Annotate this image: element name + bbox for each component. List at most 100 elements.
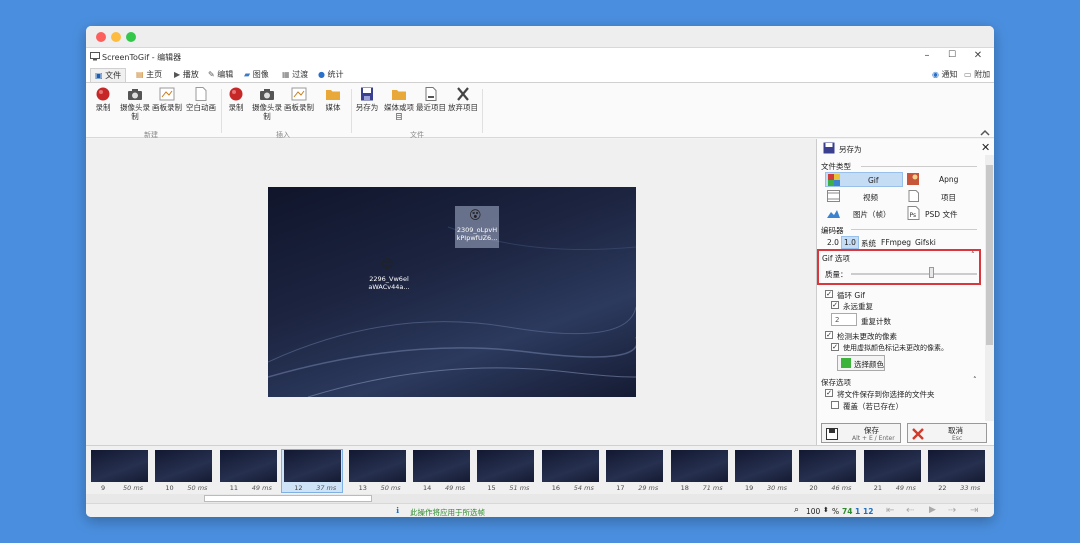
board-record-button[interactable]: 画板录制 <box>150 87 184 112</box>
app-titlebar: ScreenToGif - 编辑器 – ☐ ✕ <box>86 48 994 66</box>
save-shortcut: Alt + E / Enter <box>852 435 895 442</box>
blank-animation-button[interactable]: 空白动画 <box>184 87 218 112</box>
save-button[interactable]: 保存 Alt + E / Enter <box>821 423 901 443</box>
editor-canvas: 😵 2309_oLpvH kPIpwfUZ6... 😊 2296_Vw6el a… <box>86 139 816 445</box>
encoder-option[interactable]: Gifski <box>915 238 936 247</box>
discard-project-button[interactable]: 放弃项目 <box>448 87 478 112</box>
tab-file[interactable]: ▣ 文件 <box>90 68 127 82</box>
close-button[interactable]: ✕ <box>971 50 985 61</box>
frame-thumbnail[interactable]: 11 49 ms <box>218 450 278 492</box>
save-options-label: 保存选项 <box>821 378 851 387</box>
first-frame-icon[interactable]: ⇤ <box>886 505 894 516</box>
discard-x-icon <box>455 87 471 101</box>
webcam-label: 摄像头录制 <box>120 103 150 121</box>
close-dot[interactable] <box>96 32 106 42</box>
loop-gif-checkbox[interactable]: ✓ <box>825 290 833 298</box>
notify-button[interactable]: ◉ 通知 <box>928 68 962 82</box>
insert-media-button[interactable]: 媒体 <box>318 87 348 112</box>
transition-icon: ▦ <box>282 70 290 79</box>
frame-thumbnail[interactable]: 19 30 ms <box>733 450 793 492</box>
scrollbar-thumb[interactable] <box>986 165 993 345</box>
tab-transition[interactable]: ▦ 过渡 <box>278 68 312 82</box>
detect-unchanged-checkbox[interactable]: ✓ <box>825 331 833 339</box>
frame-delay: 46 ms <box>831 484 852 492</box>
insert-webcam-button[interactable]: 摄像头录制 <box>252 87 282 121</box>
overwrite-checkbox[interactable] <box>831 401 839 409</box>
frame-thumbnail[interactable]: 10 50 ms <box>153 450 213 492</box>
tab-image[interactable]: ▰ 图像 <box>240 68 273 82</box>
zoom-dot[interactable] <box>126 32 136 42</box>
frame-thumbnail[interactable]: 21 49 ms <box>862 450 922 492</box>
type-images-option[interactable]: 图片（帧） <box>825 206 903 221</box>
last-frame-icon[interactable]: ⇥ <box>970 505 978 516</box>
board-icon <box>159 87 175 101</box>
encoder-option[interactable]: 2.0 <box>827 238 839 247</box>
cancel-shortcut: Esc <box>952 435 963 442</box>
type-project-option[interactable]: 项目 <box>905 189 985 204</box>
type-apng-option[interactable]: Apng <box>905 172 985 187</box>
frame-thumbnail[interactable]: 18 71 ms <box>669 450 729 492</box>
frame-thumbnail[interactable]: 13 50 ms <box>347 450 407 492</box>
collapse-icon[interactable]: ˄ <box>971 251 975 259</box>
minimize-dot[interactable] <box>111 32 121 42</box>
type-video-option[interactable]: 视频 <box>825 189 903 204</box>
type-gif-option[interactable]: Gif <box>825 172 903 187</box>
tab-edit[interactable]: ✎ 编辑 <box>204 68 237 82</box>
scrollbar-thumb[interactable] <box>204 495 372 502</box>
tab-home[interactable]: ▤ 主页 <box>132 68 166 82</box>
collapse-ribbon-icon[interactable] <box>980 129 990 136</box>
frame-thumbnail[interactable]: 20 46 ms <box>797 450 857 492</box>
encoder-option[interactable]: 系统 <box>861 238 876 249</box>
forever-checkbox[interactable]: ✓ <box>831 301 839 309</box>
extras-button[interactable]: ▭ 附加 <box>960 68 994 82</box>
frame-thumbnail[interactable]: 9 50 ms <box>89 450 149 492</box>
frame-thumbnail[interactable]: 14 49 ms <box>411 450 471 492</box>
divider <box>851 229 977 230</box>
color-swatch <box>841 358 851 368</box>
frame-thumbnail[interactable]: 22 33 ms <box>926 450 986 492</box>
maximize-button[interactable]: ☐ <box>945 50 959 60</box>
loop-gif-label: 循环 Gif <box>837 291 865 300</box>
tab-playback[interactable]: ▶ 播放 <box>170 68 203 82</box>
encoder-option-selected[interactable]: 1.0 <box>841 236 859 249</box>
record-button[interactable]: 录制 <box>88 87 118 112</box>
encoder-option[interactable]: FFmpeg <box>881 238 911 247</box>
repeat-count-input[interactable]: 2 <box>831 313 857 326</box>
play-icon[interactable]: ▶ <box>929 505 936 515</box>
pick-color-button[interactable]: 选择颜色 <box>837 355 885 371</box>
frame-number: 12 <box>294 484 303 492</box>
insert-board-button[interactable]: 画板录制 <box>282 87 316 112</box>
desktop-icon[interactable]: 😊 2296_Vw6el aWACv44a... <box>364 257 414 297</box>
previous-frame-icon[interactable]: ⇠ <box>906 505 914 516</box>
filmstrip-scrollbar[interactable] <box>86 494 994 503</box>
frame-number: 22 <box>938 484 947 492</box>
zoom-value[interactable]: 100 <box>806 507 820 516</box>
minimize-button[interactable]: – <box>920 50 934 61</box>
save-as-button[interactable]: 另存为 <box>352 87 382 112</box>
tab-statistics[interactable]: ● 统计 <box>314 68 348 82</box>
load-media-project-button[interactable]: 媒体或项目 <box>384 87 414 121</box>
frame-thumbnail[interactable]: 15 51 ms <box>475 450 535 492</box>
save-as-label: 另存为 <box>355 103 379 112</box>
quality-slider-track[interactable] <box>851 273 977 275</box>
collapse-icon[interactable]: ˄ <box>973 376 977 384</box>
zoom-stepper-icon[interactable]: ⬍ <box>823 506 829 514</box>
type-psd-option[interactable]: Ps PSD 文件 <box>905 206 985 221</box>
frame-thumbnail[interactable]: 12 37 ms <box>281 449 344 493</box>
use-chroma-checkbox[interactable]: ✓ <box>831 343 839 351</box>
panel-close-button[interactable]: ✕ <box>981 141 990 154</box>
save-to-folder-checkbox[interactable]: ✓ <box>825 389 833 397</box>
frame-thumbnail[interactable]: 17 29 ms <box>604 450 664 492</box>
quality-slider-thumb[interactable] <box>929 267 935 278</box>
insert-record-button[interactable]: 录制 <box>221 87 251 112</box>
cancel-button[interactable]: 取消 Esc <box>907 423 987 443</box>
ribbon-tabs: ▣ 文件 ▤ 主页 ▶ 播放 ✎ 编辑 ▰ 图像 ▦ 过渡 ● 统计 ◉ 通知 … <box>86 66 994 82</box>
recent-projects-button[interactable]: 最近项目 <box>416 87 446 112</box>
webcam-record-button[interactable]: 摄像头录制 <box>120 87 150 121</box>
frame-thumbnail[interactable]: 16 54 ms <box>540 450 600 492</box>
media-project-label: 媒体或项目 <box>384 103 414 121</box>
panel-scrollbar[interactable] <box>985 155 994 421</box>
frame-count: 74 <box>842 507 853 516</box>
desktop-icon-selected[interactable]: 😵 2309_oLpvH kPIpwfUZ6... <box>455 206 499 248</box>
next-frame-icon[interactable]: ⇢ <box>948 505 956 516</box>
